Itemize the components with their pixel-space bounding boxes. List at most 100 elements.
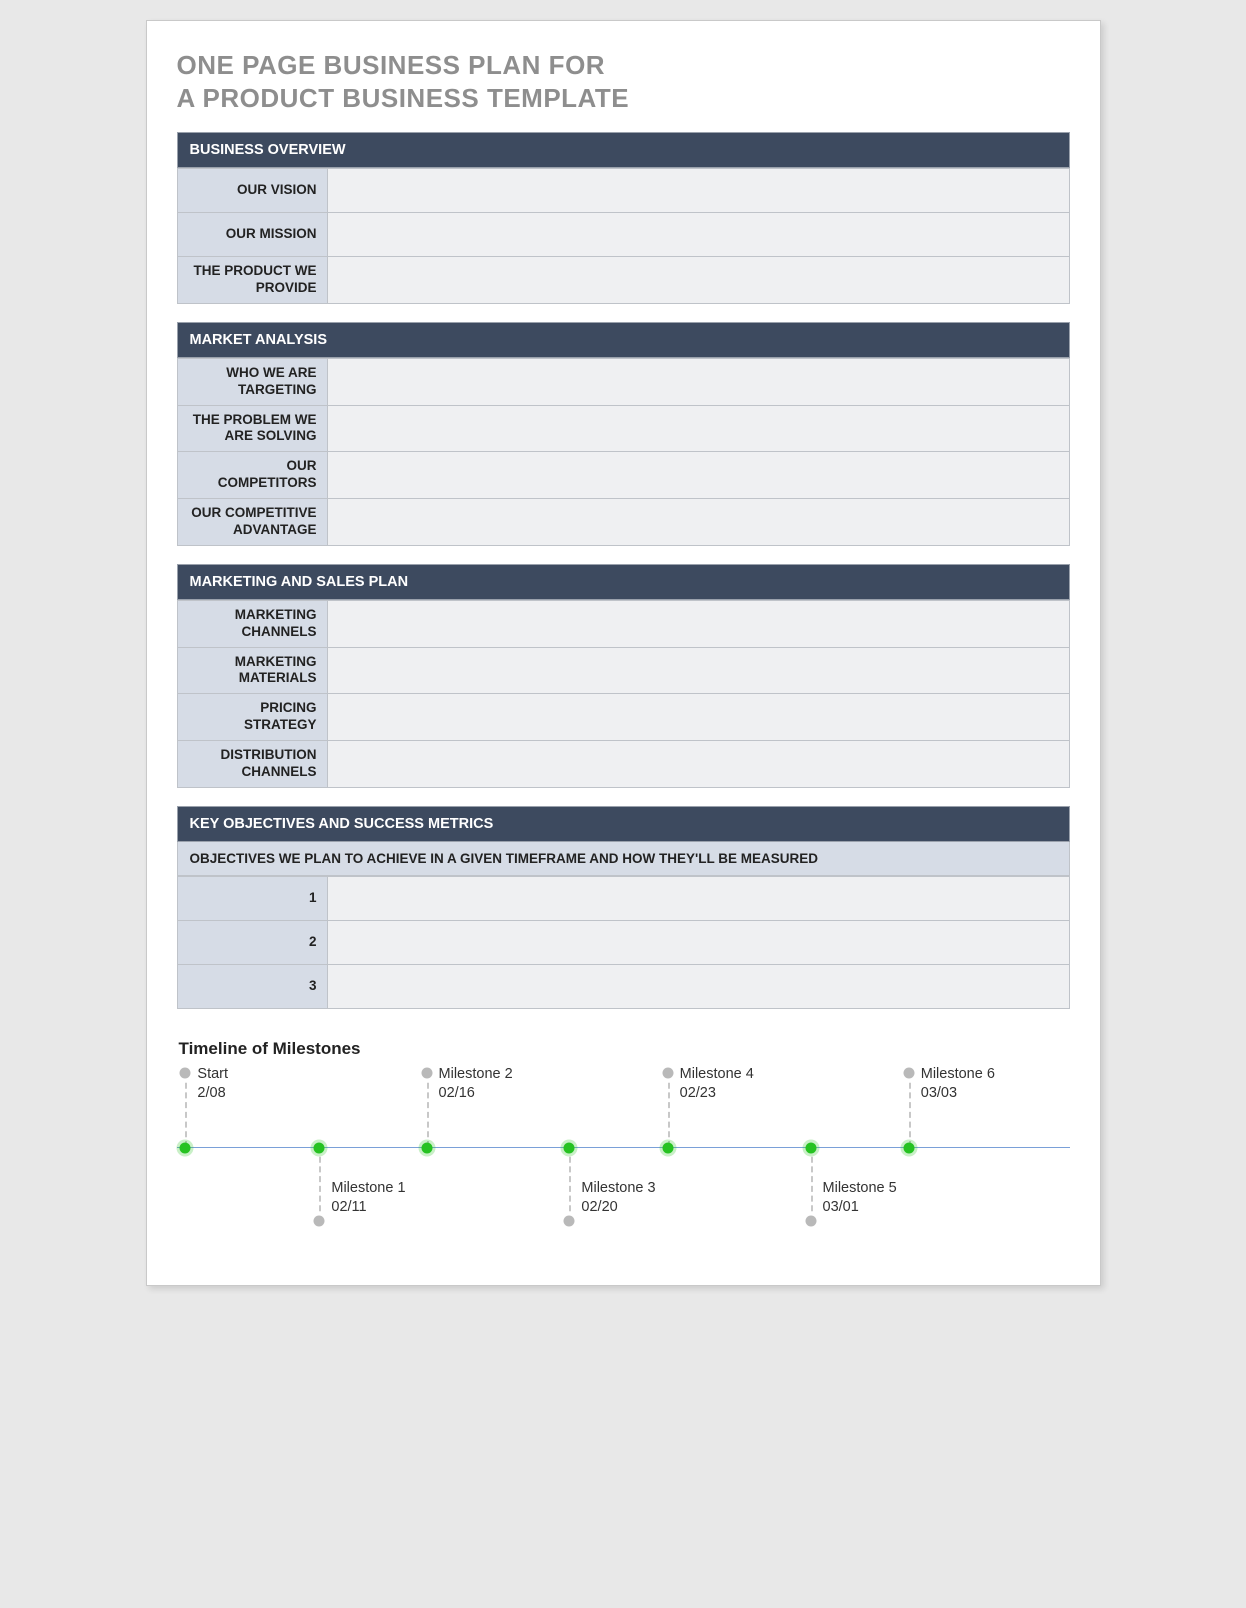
row-value[interactable] bbox=[327, 499, 1069, 546]
row-value[interactable] bbox=[327, 358, 1069, 405]
milestone-end-dot-icon bbox=[314, 1215, 325, 1226]
row-value[interactable] bbox=[327, 741, 1069, 788]
row-value[interactable] bbox=[327, 600, 1069, 647]
timeline-tick bbox=[909, 1073, 911, 1147]
table-row: MARKETING CHANNELS bbox=[177, 600, 1069, 647]
row-label: 2 bbox=[177, 920, 327, 964]
milestone-label: Milestone 603/03 bbox=[921, 1065, 1061, 1104]
row-label: THE PROBLEM WE ARE SOLVING bbox=[177, 405, 327, 452]
milestone-end-dot-icon bbox=[662, 1067, 673, 1078]
timeline-tick bbox=[319, 1147, 321, 1221]
table-row: OUR COMPETITORS bbox=[177, 452, 1069, 499]
document-page: ONE PAGE BUSINESS PLAN FOR A PRODUCT BUS… bbox=[146, 20, 1101, 1286]
timeline-tick bbox=[668, 1073, 670, 1147]
table-row: 3 bbox=[177, 964, 1069, 1008]
milestone-name: Milestone 6 bbox=[921, 1065, 1061, 1085]
row-value[interactable] bbox=[327, 647, 1069, 694]
milestone-date: 02/20 bbox=[581, 1198, 721, 1218]
milestone-name: Start bbox=[197, 1065, 337, 1085]
timeline-tick bbox=[427, 1073, 429, 1147]
milestone-dot-icon bbox=[421, 1142, 432, 1153]
table-row: OUR COMPETITIVE ADVANTAGE bbox=[177, 499, 1069, 546]
row-label: THE PRODUCT WE PROVIDE bbox=[177, 257, 327, 304]
row-label: 3 bbox=[177, 964, 327, 1008]
row-value[interactable] bbox=[327, 452, 1069, 499]
section-header: KEY OBJECTIVES AND SUCCESS METRICS bbox=[177, 806, 1070, 842]
milestone-date: 02/11 bbox=[331, 1198, 471, 1218]
table-row: THE PRODUCT WE PROVIDE bbox=[177, 257, 1069, 304]
section-subheader: OBJECTIVES WE PLAN TO ACHIEVE IN A GIVEN… bbox=[177, 842, 1070, 876]
milestone-label: Milestone 102/11 bbox=[331, 1179, 471, 1218]
row-value[interactable] bbox=[327, 876, 1069, 920]
milestone-dot-icon bbox=[314, 1142, 325, 1153]
milestone-end-dot-icon bbox=[180, 1067, 191, 1078]
row-value[interactable] bbox=[327, 405, 1069, 452]
milestone-label: Start2/08 bbox=[197, 1065, 337, 1104]
objectives-table: 1 2 3 bbox=[177, 876, 1070, 1009]
section-header: MARKETING AND SALES PLAN bbox=[177, 564, 1070, 600]
milestone-label: Milestone 503/01 bbox=[823, 1179, 963, 1218]
title-line-1: ONE PAGE BUSINESS PLAN FOR bbox=[177, 50, 606, 80]
table-row: 1 bbox=[177, 876, 1069, 920]
market-table: WHO WE ARE TARGETING THE PROBLEM WE ARE … bbox=[177, 358, 1070, 546]
table-row: MARKETING MATERIALS bbox=[177, 647, 1069, 694]
table-row: OUR VISION bbox=[177, 169, 1069, 213]
row-value[interactable] bbox=[327, 694, 1069, 741]
overview-table: OUR VISION OUR MISSION THE PRODUCT WE PR… bbox=[177, 168, 1070, 304]
row-label: 1 bbox=[177, 876, 327, 920]
row-label: MARKETING CHANNELS bbox=[177, 600, 327, 647]
table-row: WHO WE ARE TARGETING bbox=[177, 358, 1069, 405]
timeline-title: Timeline of Milestones bbox=[179, 1039, 1070, 1059]
milestone-dot-icon bbox=[903, 1142, 914, 1153]
row-value[interactable] bbox=[327, 964, 1069, 1008]
milestone-name: Milestone 3 bbox=[581, 1179, 721, 1199]
milestone-label: Milestone 302/20 bbox=[581, 1179, 721, 1218]
milestone-date: 03/03 bbox=[921, 1084, 1061, 1104]
row-value[interactable] bbox=[327, 169, 1069, 213]
timeline-axis bbox=[177, 1147, 1070, 1148]
title-line-2: A PRODUCT BUSINESS TEMPLATE bbox=[177, 83, 630, 113]
row-label: OUR COMPETITORS bbox=[177, 452, 327, 499]
table-row: DISTRIBUTION CHANNELS bbox=[177, 741, 1069, 788]
milestone-dot-icon bbox=[662, 1142, 673, 1153]
row-label: WHO WE ARE TARGETING bbox=[177, 358, 327, 405]
milestone-end-dot-icon bbox=[421, 1067, 432, 1078]
section-header: MARKET ANALYSIS bbox=[177, 322, 1070, 358]
milestone-end-dot-icon bbox=[903, 1067, 914, 1078]
milestone-date: 02/23 bbox=[680, 1084, 820, 1104]
section-objectives: KEY OBJECTIVES AND SUCCESS METRICS OBJEC… bbox=[177, 806, 1070, 1009]
row-label: OUR MISSION bbox=[177, 213, 327, 257]
milestone-date: 2/08 bbox=[197, 1084, 337, 1104]
milestone-label: Milestone 402/23 bbox=[680, 1065, 820, 1104]
milestone-name: Milestone 5 bbox=[823, 1179, 963, 1199]
timeline-tick bbox=[185, 1073, 187, 1147]
table-row: 2 bbox=[177, 920, 1069, 964]
milestone-date: 03/01 bbox=[823, 1198, 963, 1218]
section-market-analysis: MARKET ANALYSIS WHO WE ARE TARGETING THE… bbox=[177, 322, 1070, 546]
row-label: MARKETING MATERIALS bbox=[177, 647, 327, 694]
row-label: PRICING STRATEGY bbox=[177, 694, 327, 741]
milestone-name: Milestone 1 bbox=[331, 1179, 471, 1199]
table-row: OUR MISSION bbox=[177, 213, 1069, 257]
row-label: OUR VISION bbox=[177, 169, 327, 213]
row-label: OUR COMPETITIVE ADVANTAGE bbox=[177, 499, 327, 546]
table-row: PRICING STRATEGY bbox=[177, 694, 1069, 741]
milestone-end-dot-icon bbox=[805, 1215, 816, 1226]
row-value[interactable] bbox=[327, 213, 1069, 257]
milestone-date: 02/16 bbox=[439, 1084, 579, 1104]
row-value[interactable] bbox=[327, 920, 1069, 964]
milestone-dot-icon bbox=[564, 1142, 575, 1153]
milestone-dot-icon bbox=[180, 1142, 191, 1153]
page-title: ONE PAGE BUSINESS PLAN FOR A PRODUCT BUS… bbox=[177, 49, 1070, 114]
milestone-name: Milestone 4 bbox=[680, 1065, 820, 1085]
milestone-label: Milestone 202/16 bbox=[439, 1065, 579, 1104]
timeline-chart: Start2/08Milestone 102/11Milestone 202/1… bbox=[177, 1065, 1070, 1245]
marketing-table: MARKETING CHANNELS MARKETING MATERIALS P… bbox=[177, 600, 1070, 788]
row-value[interactable] bbox=[327, 257, 1069, 304]
section-header: BUSINESS OVERVIEW bbox=[177, 132, 1070, 168]
milestone-name: Milestone 2 bbox=[439, 1065, 579, 1085]
milestone-dot-icon bbox=[805, 1142, 816, 1153]
timeline-tick bbox=[811, 1147, 813, 1221]
timeline-tick bbox=[569, 1147, 571, 1221]
table-row: THE PROBLEM WE ARE SOLVING bbox=[177, 405, 1069, 452]
